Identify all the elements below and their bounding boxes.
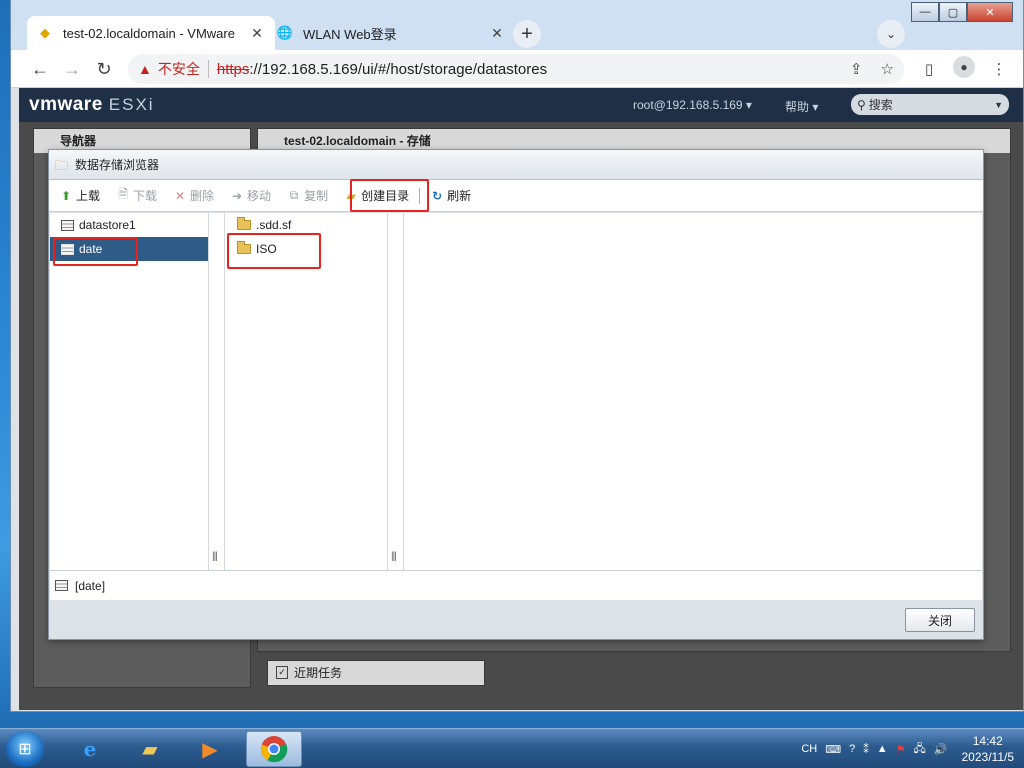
taskbar: ⊞ e ▰ ▶ CH ⌨ ? ⁑ ▲ ⚑ 🖧 🔊 14:42 2023/11/5: [0, 728, 1024, 768]
delete-icon: ✕: [175, 188, 186, 203]
volume-icon[interactable]: 🔊: [934, 743, 948, 756]
reload-icon[interactable]: ↻: [91, 56, 117, 82]
warning-triangle-icon: ▲: [138, 61, 152, 77]
close-tab-icon[interactable]: ✕: [489, 25, 505, 42]
search-icon: ⚲: [857, 97, 866, 112]
column-resize-handle[interactable]: |||: [209, 213, 225, 570]
language-indicator[interactable]: CH: [801, 743, 817, 755]
maximize-button[interactable]: ▢: [939, 2, 967, 22]
column-resize-handle[interactable]: |||: [388, 213, 404, 570]
folder-icon: [237, 217, 251, 230]
datastore-list: datastore1 date: [50, 213, 209, 570]
clock-time: 14:42: [972, 734, 1003, 748]
chrome-logo-icon: [260, 736, 288, 763]
help-menu[interactable]: 帮助 ▾: [785, 98, 818, 115]
media-player-icon[interactable]: ▶: [182, 731, 238, 767]
tab-wlan[interactable]: 🌐 WLAN Web登录 ✕: [267, 16, 515, 50]
annotation-create-directory: [350, 179, 429, 212]
refresh-icon: ↻: [432, 188, 443, 203]
close-tab-icon[interactable]: ✕: [249, 25, 265, 42]
profile-avatar-icon[interactable]: ●: [953, 56, 975, 78]
dialog-toolbar: ⬆ 上载 🗎 下载 ✕ 删除 ➔ 移动 ⧉ 复制 ▰ 创建目录 ↻ 刷新: [49, 180, 983, 212]
address-bar[interactable]: ▲ 不安全 https://192.168.5.169/ui/#/host/st…: [128, 54, 904, 84]
chevron-down-icon: ▼: [994, 99, 1003, 110]
divider: [207, 60, 209, 78]
share-icon[interactable]: ⇪: [850, 60, 863, 78]
refresh-button[interactable]: ↻ 刷新: [430, 184, 471, 208]
side-panel-icon[interactable]: ▯: [917, 56, 941, 82]
window-controls: — ▢ ✕: [911, 2, 1013, 22]
datastore-row-datastore1[interactable]: datastore1: [50, 213, 208, 237]
folder-search-icon: 🗀: [55, 157, 69, 173]
user-menu[interactable]: root@192.168.5.169 ▾: [633, 98, 752, 112]
keyboard-icon[interactable]: ⌨: [825, 743, 841, 756]
ie-icon[interactable]: e: [62, 731, 118, 767]
clock-date: 2023/11/5: [961, 750, 1015, 764]
browser-toolbar: ← → ↻ ▲ 不安全 https://192.168.5.169/ui/#/h…: [11, 50, 1023, 88]
close-button[interactable]: 关闭: [905, 608, 975, 632]
dialog-footer: 关闭: [49, 601, 983, 639]
url-rest: ://192.168.5.169/ui/#/host/storage/datas…: [249, 60, 548, 78]
minimize-button[interactable]: —: [911, 2, 939, 22]
show-hidden-icons-icon[interactable]: ▲: [877, 743, 888, 755]
move-button[interactable]: ➔ 移动: [230, 184, 271, 208]
bookmark-star-icon[interactable]: ☆: [881, 60, 894, 78]
datastore-icon: [61, 219, 74, 231]
datastore-icon: [55, 580, 68, 591]
annotation-date-datastore: [53, 237, 138, 266]
clock[interactable]: 14:42 2023/11/5: [962, 733, 1015, 765]
action-center-flag-icon[interactable]: ⚑: [896, 743, 906, 756]
recent-tasks-panel[interactable]: ✓ 近期任务: [267, 660, 485, 686]
esxi-search-input[interactable]: ⚲ 搜索 ▼: [851, 94, 1009, 115]
tab-title: WLAN Web登录: [303, 26, 397, 42]
copy-button[interactable]: ⧉ 复制: [287, 184, 328, 208]
esxi-header: vmware ESXi root@192.168.5.169 ▾ 帮助 ▾ ⚲ 搜…: [19, 88, 1023, 122]
annotation-iso-folder: [227, 233, 321, 269]
search-placeholder: 搜索: [868, 98, 893, 112]
upload-arrow-icon: ⬆: [60, 188, 72, 203]
dialog-title: 数据存储浏览器: [75, 158, 160, 172]
forward-arrow-icon[interactable]: →: [59, 56, 85, 82]
status-path: [date]: [75, 578, 106, 593]
browser-pane: datastore1 date ||| .sdd.sf ISO |||: [50, 213, 982, 570]
vmware-favicon-icon: ◆: [40, 25, 50, 40]
datastore-browser-dialog: 🗀 数据存储浏览器 ⬆ 上载 🗎 下载 ✕ 删除 ➔ 移动 ⧉ 复制 ▰ 创建目…: [48, 149, 984, 640]
ime-options-icon[interactable]: ⁑: [863, 743, 869, 756]
recent-tasks-title: 近期任务: [294, 666, 343, 680]
close-window-button[interactable]: ✕: [967, 2, 1013, 22]
url-scheme: https: [216, 60, 250, 78]
copy-icon: ⧉: [289, 188, 299, 202]
vmware-logo: vmware ESXi: [29, 94, 155, 115]
globe-icon: 🌐: [276, 25, 294, 40]
tab-vmware[interactable]: ◆ test-02.localdomain - VMware ✕: [27, 16, 275, 50]
menu-dots-icon[interactable]: ⋮: [987, 56, 1011, 82]
tab-search-button[interactable]: ⌄: [877, 20, 905, 48]
tasks-icon: ✓: [276, 666, 288, 679]
explorer-folder-icon[interactable]: ▰: [122, 731, 178, 767]
back-arrow-icon[interactable]: ←: [27, 56, 53, 82]
dialog-status-bar: [date]: [50, 570, 982, 600]
start-button[interactable]: ⊞: [6, 731, 44, 767]
move-icon: ➔: [232, 188, 243, 203]
insecure-label: 不安全: [157, 61, 200, 77]
new-tab-button[interactable]: +: [513, 20, 541, 48]
file-list: [404, 213, 982, 570]
chrome-icon[interactable]: [246, 731, 302, 767]
help-icon[interactable]: ?: [849, 743, 855, 755]
download-button[interactable]: 🗎 下载: [116, 184, 157, 208]
network-icon[interactable]: 🖧: [914, 740, 926, 759]
delete-button[interactable]: ✕ 删除: [173, 184, 214, 208]
tab-strip: ◆ test-02.localdomain - VMware ✕ 🌐 WLAN …: [11, 0, 1023, 50]
upload-button[interactable]: ⬆ 上载: [59, 184, 100, 208]
dialog-title-bar: 🗀 数据存储浏览器: [49, 150, 983, 180]
download-icon: 🗎: [118, 187, 128, 201]
tab-title: test-02.localdomain - VMware: [63, 25, 235, 41]
system-tray: CH ⌨ ? ⁑ ▲ ⚑ 🖧 🔊 14:42 2023/11/5: [801, 729, 1014, 768]
